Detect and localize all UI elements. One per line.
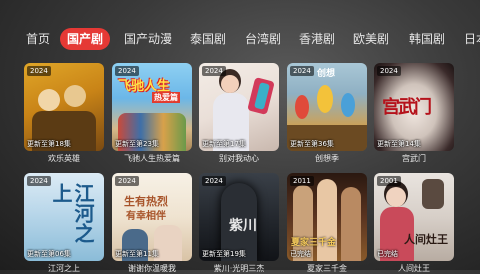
drama-title[interactable]: 宫武门 [374,153,454,164]
episode-status: 更新至第23集 [115,140,159,148]
drama-title[interactable]: 紫川·光明三杰 [199,263,279,274]
drama-title[interactable]: 创想季 [287,153,367,164]
drama-card-8[interactable]: 紫川 2024 更新至第19集 [199,173,279,261]
poster-subtitle-art: 有幸相伴 [126,211,166,222]
poster-image: 飞驰人生 热爱篇 [112,63,192,151]
drama-card-9[interactable]: 夏家三千金 2011 已完结 [287,173,367,261]
poster-title-art: 创想 [317,69,336,79]
episode-status: 更新至第06集 [27,250,71,258]
poster-image: 人间灶王 [374,173,454,261]
drama-title[interactable]: 谢谢你温暖我 [112,263,192,274]
year-badge: 2024 [290,66,314,76]
poster-image: 创想 [287,63,367,151]
poster-title-art: 人间灶王 [404,233,448,246]
episode-status: 更新至第14集 [377,140,421,148]
year-badge: 2024 [115,176,139,186]
poster-image: 生有热烈 有幸相伴 [112,173,192,261]
drama-card-10[interactable]: 人间灶王 2001 已完结 [374,173,454,261]
drama-title[interactable]: 夏家三千金 [287,263,367,274]
episode-status: 更新至第18集 [27,140,71,148]
year-badge: 2024 [202,66,226,76]
drama-title[interactable]: 江河之上 [24,263,104,274]
year-badge: 2024 [377,66,401,76]
year-badge: 2024 [202,176,226,186]
year-badge: 2001 [377,176,401,186]
poster-title-art: 紫川 [229,218,257,234]
drama-title[interactable]: 飞驰人生热爱篇 [112,153,192,164]
episode-status: 已完结 [290,250,311,258]
drama-title[interactable]: 欢乐英雄 [24,153,104,164]
episode-status: 更新至第11集 [115,250,159,258]
drama-card-4[interactable]: 创想 2024 更新至第36集 [287,63,367,151]
drama-title[interactable]: 人间灶王 [374,263,454,274]
poster-image: 江河之上 [24,173,104,261]
year-badge: 2011 [290,176,314,186]
drama-grid: 2024 更新至第18集 欢乐英雄 飞驰人生 热爱篇 2024 更新至第23集 … [0,0,480,273]
poster-image: 宫武门 [374,63,454,151]
year-badge: 2024 [27,176,51,186]
drama-card-1[interactable]: 2024 更新至第18集 [24,63,104,151]
episode-status: 更新至第36集 [290,140,334,148]
drama-card-7[interactable]: 生有热烈 有幸相伴 2024 更新至第11集 [112,173,192,261]
drama-card-2[interactable]: 飞驰人生 热爱篇 2024 更新至第23集 [112,63,192,151]
poster-subtitle-art: 热爱篇 [152,92,180,103]
drama-card-5[interactable]: 宫武门 2024 更新至第14集 [374,63,454,151]
episode-status: 更新至第19集 [202,250,246,258]
drama-card-6[interactable]: 江河之上 2024 更新至第06集 [24,173,104,261]
poster-image: 紫川 [199,173,279,261]
drama-title[interactable]: 别对我动心 [199,153,279,164]
poster-image [24,63,104,151]
drama-card-3[interactable]: 2024 更新至第17集 [199,63,279,151]
year-badge: 2024 [115,66,139,76]
poster-title-art: 宫武门 [382,97,432,118]
episode-status: 更新至第17集 [202,140,246,148]
episode-status: 已完结 [377,250,398,258]
poster-image: 夏家三千金 [287,173,367,261]
year-badge: 2024 [27,66,51,76]
poster-image [199,63,279,151]
poster-title-art: 夏家三千金 [291,238,337,248]
